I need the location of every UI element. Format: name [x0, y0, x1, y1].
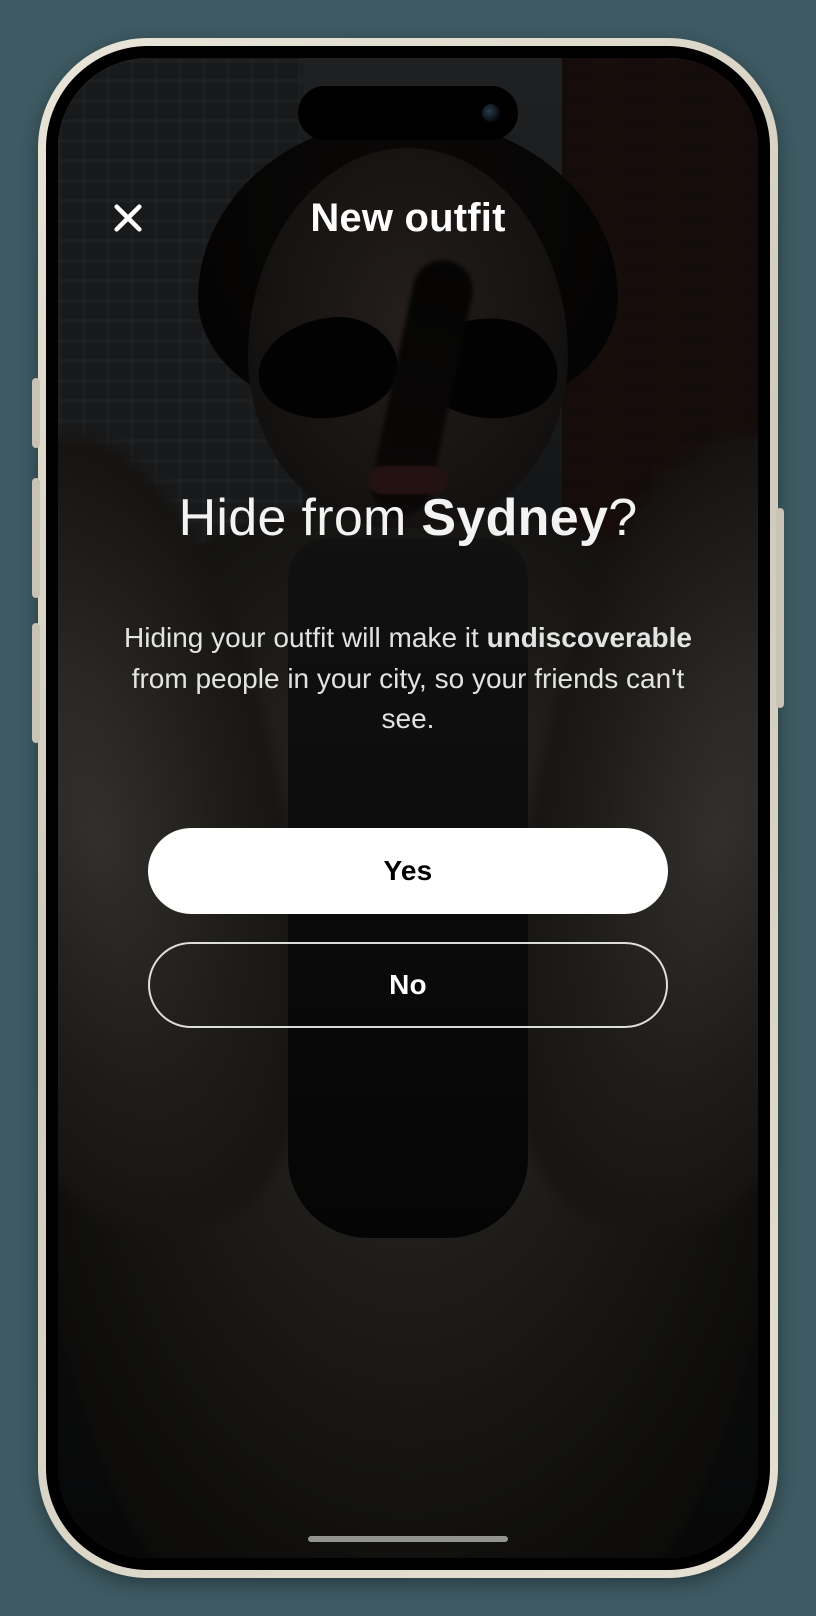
- modal-heading-prefix: Hide from: [179, 489, 422, 547]
- page-title: New outfit: [310, 196, 505, 241]
- dynamic-island: [298, 86, 518, 140]
- modal-heading: Hide from Sydney?: [114, 488, 702, 548]
- phone-frame: New outfit Hide from Sydney? Hiding your…: [38, 38, 778, 1578]
- screen: New outfit Hide from Sydney? Hiding your…: [58, 58, 758, 1558]
- no-button[interactable]: No: [148, 942, 668, 1028]
- close-button[interactable]: [104, 194, 152, 242]
- modal-buttons: Yes No: [58, 828, 758, 1028]
- home-indicator: [308, 1536, 508, 1542]
- modal-heading-city: Sydney: [421, 489, 608, 547]
- phone-side-button: [32, 478, 40, 598]
- confirm-modal: Hide from Sydney? Hiding your outfit wil…: [58, 488, 758, 740]
- phone-side-button: [776, 508, 784, 708]
- nav-bar: New outfit: [58, 178, 758, 258]
- yes-button[interactable]: Yes: [148, 828, 668, 914]
- close-icon: [111, 201, 145, 235]
- no-button-label: No: [389, 969, 427, 1001]
- phone-side-button: [32, 623, 40, 743]
- modal-subtext: Hiding your outfit will make it undiscov…: [114, 618, 702, 740]
- phone-bezel: New outfit Hide from Sydney? Hiding your…: [46, 46, 770, 1570]
- yes-button-label: Yes: [384, 855, 433, 887]
- phone-side-button: [32, 378, 40, 448]
- modal-heading-suffix: ?: [608, 489, 637, 547]
